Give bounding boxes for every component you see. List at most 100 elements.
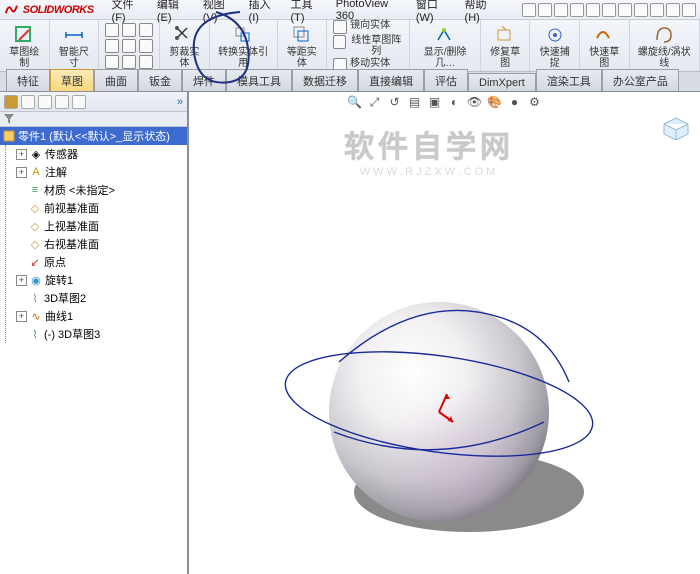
ribbon-trim[interactable]: 剪裁实体: [160, 20, 210, 71]
save-icon[interactable]: [554, 3, 568, 17]
display-icon: [433, 23, 457, 47]
text-icon[interactable]: [139, 39, 153, 53]
sketch3d-icon: ⌇: [28, 327, 42, 341]
app-name: SOLIDWORKS: [23, 4, 94, 16]
main-area: » 零件1 (默认<<默认>_显示状态) +◈传感器 +A注解 ≡材质 <未指定…: [0, 92, 700, 574]
tree-filter[interactable]: [0, 112, 187, 127]
tab-directedit[interactable]: 直接编辑: [358, 69, 424, 91]
sensor-icon: ◈: [29, 147, 43, 161]
poly-icon[interactable]: [122, 55, 136, 69]
tree-curve1[interactable]: +∿曲线1: [14, 307, 187, 325]
circle-icon[interactable]: [122, 23, 136, 37]
linear-icon[interactable]: [333, 35, 346, 49]
ribbon-quicksnap[interactable]: 快速捕捉: [530, 20, 580, 71]
tree-front-plane[interactable]: ◇前视基准面: [14, 199, 187, 217]
origin-icon: ↙: [28, 255, 42, 269]
tab-surface[interactable]: 曲面: [94, 69, 138, 91]
tree-origin[interactable]: ↙原点: [14, 253, 187, 271]
tree-annotations[interactable]: +A注解: [14, 163, 187, 181]
trim-icon: [172, 23, 196, 47]
tab-weldment[interactable]: 焊件: [182, 69, 226, 91]
settings-icon[interactable]: [666, 3, 680, 17]
tree-3dsketch2[interactable]: ⌇3D草图2: [14, 289, 187, 307]
line-icon[interactable]: [105, 23, 119, 37]
ribbon-drawtools: [99, 20, 160, 71]
offset-icon: [290, 23, 314, 47]
new-icon[interactable]: [522, 3, 536, 17]
tab-moldtools[interactable]: 模具工具: [226, 69, 292, 91]
quick-access-bar: [522, 3, 696, 17]
tree-root[interactable]: 零件1 (默认<<默认>_显示状态): [0, 127, 187, 145]
tab-feature[interactable]: 特征: [6, 69, 50, 91]
graphics-viewport[interactable]: 🔍 ⤢ ↺ ▤ ▣ ◐ 👁 🎨 ● ⚙ 软件自学网 WWW.RJZXW.COM: [189, 92, 700, 574]
tree-tab-feature-icon[interactable]: [4, 95, 18, 109]
snap-icon: [543, 23, 567, 47]
help-icon[interactable]: [682, 3, 696, 17]
tab-sketch[interactable]: 草图: [50, 69, 94, 91]
view-cube[interactable]: [660, 116, 692, 140]
open-icon[interactable]: [538, 3, 552, 17]
ribbon-sketch[interactable]: 草图绘制: [0, 20, 50, 71]
arc-icon[interactable]: [122, 39, 136, 53]
feature-tree[interactable]: 零件1 (默认<<默认>_显示状态) +◈传感器 +A注解 ≡材质 <未指定> …: [0, 127, 187, 574]
tree-top-plane[interactable]: ◇上视基准面: [14, 217, 187, 235]
redo-icon[interactable]: [602, 3, 616, 17]
sketch-icon: [12, 23, 36, 47]
tab-dimxpert[interactable]: DimXpert: [468, 73, 536, 91]
tree-3dsketch3[interactable]: ⌇(-) 3D草图3: [14, 325, 187, 343]
ribbon-convert[interactable]: 转换实体引用: [210, 20, 278, 71]
tree-tab-property-icon[interactable]: [21, 95, 35, 109]
tree-chevron-icon[interactable]: »: [177, 96, 183, 108]
point-icon[interactable]: [105, 55, 119, 69]
tab-rendertools[interactable]: 渲染工具: [536, 69, 602, 91]
expand-icon[interactable]: +: [16, 149, 27, 160]
expand-icon[interactable]: +: [16, 275, 27, 286]
print-icon[interactable]: [570, 3, 584, 17]
expand-icon[interactable]: +: [16, 167, 27, 178]
tab-datamigr[interactable]: 数据迁移: [292, 69, 358, 91]
rect-icon[interactable]: [105, 39, 119, 53]
spline-icon[interactable]: [139, 23, 153, 37]
spiral-icon: [652, 23, 676, 47]
convert-icon: [231, 23, 255, 47]
dimension-icon: [62, 23, 86, 47]
tree-sensors[interactable]: +◈传感器: [14, 145, 187, 163]
tree-tab-config-icon[interactable]: [38, 95, 52, 109]
select-icon[interactable]: [618, 3, 632, 17]
tree-right-plane[interactable]: ◇右视基准面: [14, 235, 187, 253]
undo-icon[interactable]: [586, 3, 600, 17]
plane-icon: ◇: [28, 237, 42, 251]
ribbon-display[interactable]: 显示/删除几…: [410, 20, 480, 71]
feature-tree-pane: » 零件1 (默认<<默认>_显示状态) +◈传感器 +A注解 ≡材质 <未指定…: [0, 92, 189, 574]
command-tabbar: 特征 草图 曲面 钣金 焊件 模具工具 数据迁移 直接编辑 评估 DimXper…: [0, 72, 700, 92]
ribbon-smartdim[interactable]: 智能尺寸: [50, 20, 100, 71]
revolve-icon: ◉: [29, 273, 43, 287]
tree-tab-display-icon[interactable]: [72, 95, 86, 109]
tree-revolve1[interactable]: +◉旋转1: [14, 271, 187, 289]
ribbon-rapidsketch[interactable]: 快速草图: [580, 20, 630, 71]
rebuild-icon[interactable]: [634, 3, 648, 17]
tab-office[interactable]: 办公室产品: [602, 69, 679, 91]
scene-svg: [189, 92, 700, 574]
menu-photoview[interactable]: PhotoView 360: [332, 0, 408, 22]
app-logo: [4, 2, 19, 18]
options-icon[interactable]: [650, 3, 664, 17]
tab-evaluate[interactable]: 评估: [424, 69, 468, 91]
expand-icon[interactable]: +: [16, 311, 27, 322]
sketch3d-icon: ⌇: [28, 291, 42, 305]
ribbon-spiral[interactable]: 螺旋线/涡状线: [630, 20, 700, 71]
plane-icon: ◇: [28, 219, 42, 233]
ribbon-repair[interactable]: 修复草图: [481, 20, 531, 71]
mirror-icon[interactable]: [333, 20, 347, 34]
annotation-icon: A: [29, 165, 43, 179]
ellipse-icon[interactable]: [139, 55, 153, 69]
tab-sheetmetal[interactable]: 钣金: [138, 69, 182, 91]
tree-tab-dimxpert-icon[interactable]: [55, 95, 69, 109]
curve-icon: ∿: [29, 309, 43, 323]
part-icon: [2, 129, 16, 143]
ribbon-offset[interactable]: 等距实体: [278, 20, 328, 71]
material-icon: ≡: [28, 183, 42, 197]
tree-toolbar: »: [0, 92, 187, 112]
ribbon: 草图绘制 智能尺寸 剪裁实体 转: [0, 20, 700, 72]
tree-material[interactable]: ≡材质 <未指定>: [14, 181, 187, 199]
